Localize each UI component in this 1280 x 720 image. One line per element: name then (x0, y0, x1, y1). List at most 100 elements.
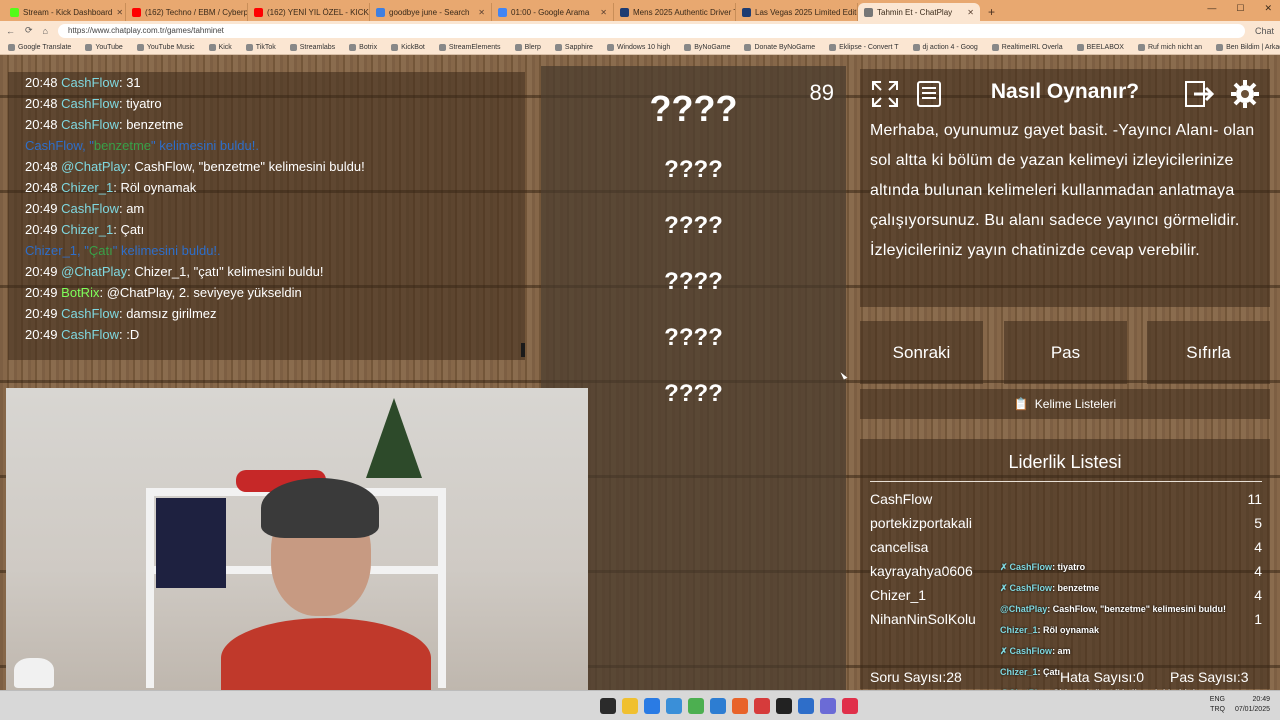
taskbar-app-icon[interactable] (688, 698, 704, 714)
bookmark-item[interactable]: YouTube Music (136, 43, 195, 51)
bookmark-item[interactable]: Windows 10 high (606, 43, 670, 51)
chat-scroll-handle[interactable] (521, 343, 525, 357)
clock-date[interactable]: 07/01/2025 (1235, 705, 1270, 715)
chat-line: 20:49 CashFlow: am (25, 198, 508, 219)
language-indicator[interactable]: ENG (1210, 695, 1225, 705)
browser-tab[interactable]: 01:00 - Google Arama ✕ (492, 3, 614, 21)
browser-tab[interactable]: goodbye june - Search ✕ (370, 3, 492, 21)
chat-timestamp: 20:48 (25, 159, 58, 174)
chat-username[interactable]: @ChatPlay (61, 264, 127, 279)
chat-username[interactable]: CashFlow (61, 75, 119, 90)
hidden-word: ???? (649, 88, 738, 129)
hidden-word: ???? (664, 268, 723, 295)
overlay-text: : Röl oynamak (1037, 625, 1100, 635)
chat-timestamp: 20:49 (25, 264, 58, 279)
chat-line: CashFlow, "benzetme" kelimesini buldu!. (25, 135, 508, 156)
browser-tab[interactable]: (162) YENİ YIL ÖZEL - KICK WRAP✕ (248, 3, 370, 21)
taskbar-app-icon[interactable] (842, 698, 858, 714)
chat-timestamp: 20:49 (25, 201, 58, 216)
chat-username[interactable]: CashFlow (61, 327, 119, 342)
chat-username[interactable]: CashFlow (61, 117, 119, 132)
taskbar-app-icon[interactable] (666, 698, 682, 714)
tab-title: 01:00 - Google Arama (511, 7, 590, 17)
reload-icon[interactable]: ⟳ (25, 25, 33, 36)
language-indicator-2[interactable]: TRQ (1210, 705, 1225, 715)
url-field[interactable]: https://www.chatplay.com.tr/games/tahmin… (57, 23, 1245, 38)
bookmark-item[interactable]: Ben Bildim | Arkad (1216, 43, 1280, 51)
bookmark-label: Eklipse - Convert T (839, 43, 899, 51)
tab-close-icon[interactable]: ✕ (116, 8, 123, 17)
taskbar-app-icon[interactable] (600, 698, 616, 714)
bookmark-icon (912, 43, 920, 51)
browser-tab[interactable]: Mens 2025 Authentic Driver Tee✕ (614, 3, 736, 21)
taskbar-app-icon[interactable] (820, 698, 836, 714)
tab-close-icon[interactable]: ✕ (478, 8, 485, 17)
bookmark-item[interactable]: RealtimeIRL Overla (991, 43, 1063, 51)
taskbar-app-icon[interactable] (776, 698, 792, 714)
chat-username[interactable]: Chizer_1 (61, 180, 113, 195)
bookmark-item[interactable]: Ruf mich nicht an (1137, 43, 1202, 51)
taskbar-app-icon[interactable] (622, 698, 638, 714)
bookmark-item[interactable]: TikTok (245, 43, 276, 51)
tab-close-icon[interactable]: ✕ (600, 8, 607, 17)
chat-username[interactable]: CashFlow (61, 96, 119, 111)
streamer (221, 478, 431, 690)
bookmark-label: dj action 4 - Goog (922, 43, 978, 51)
browser-tab[interactable]: Stream - Kick Dashboard ✕ (4, 3, 126, 21)
bookmark-icon (8, 43, 15, 51)
clock-time[interactable]: 20:49 (1235, 695, 1270, 705)
tab-title: goodbye june - Search (389, 7, 470, 17)
taskbar-app-icon[interactable] (754, 698, 770, 714)
bookmark-item[interactable]: dj action 4 - Goog (912, 43, 978, 51)
back-icon[interactable]: ← (6, 26, 15, 36)
player-score: 11 (1247, 491, 1262, 507)
chat-text: Chizer_1, "çatı" kelimesini buldu! (130, 264, 324, 279)
bookmark-item[interactable]: Blerp (514, 43, 541, 51)
hoodie (221, 618, 431, 690)
bookmark-item[interactable]: Google Translate (8, 43, 71, 51)
chat-username[interactable]: Chizer_1 (61, 222, 113, 237)
chat-button[interactable]: Chat (1255, 26, 1274, 36)
chat-text: :D (122, 327, 140, 342)
bookmark-item[interactable]: BEELABOX (1076, 43, 1124, 51)
taskbar-app-icon[interactable] (798, 698, 814, 714)
minimize-icon[interactable]: — (1207, 3, 1216, 14)
chat-username[interactable]: @ChatPlay (61, 159, 127, 174)
pass-button[interactable]: Pas (1004, 321, 1127, 384)
maximize-icon[interactable]: ☐ (1236, 3, 1244, 14)
tab-title: (162) Techno / EBM / Cyberpu (145, 7, 248, 17)
chat-username[interactable]: CashFlow (61, 201, 119, 216)
browser-tab[interactable]: Tahmin Et - ChatPlay ✕ (858, 3, 980, 21)
browser-tab[interactable]: Las Vegas 2025 Limited Edition T✕ (736, 3, 858, 21)
bookmark-item[interactable]: Kick (208, 43, 232, 51)
bookmark-item[interactable]: Eklipse - Convert T (829, 43, 899, 51)
chat-username[interactable]: BotRix (61, 285, 99, 300)
new-tab-button[interactable]: + (988, 3, 995, 21)
browser-tab[interactable]: (162) Techno / EBM / Cyberpu✕ (126, 3, 248, 21)
home-icon[interactable]: ⌂ (43, 26, 48, 36)
exit-icon[interactable] (1184, 79, 1214, 109)
reset-button[interactable]: Sıfırla (1147, 321, 1270, 384)
next-button[interactable]: Sonraki (860, 321, 983, 384)
webcam-feed (6, 388, 588, 690)
hidden-word: ???? (664, 212, 723, 239)
leaderboard-title: Liderlik Listesi (1008, 452, 1122, 472)
word-lists-button[interactable]: 📋 Kelime Listeleri (860, 389, 1270, 419)
notebook-icon: 📋 (1013, 397, 1029, 411)
chat-username[interactable]: CashFlow (61, 306, 119, 321)
taskbar-app-icon[interactable] (710, 698, 726, 714)
bookmark-item[interactable]: Sapphire (554, 43, 593, 51)
taskbar-app-icon[interactable] (644, 698, 660, 714)
close-window-icon[interactable]: ✕ (1264, 3, 1272, 14)
taskbar-app-icon[interactable] (732, 698, 748, 714)
taskbar-icons (600, 698, 858, 714)
settings-gear-icon[interactable] (1230, 79, 1260, 109)
bookmark-item[interactable]: StreamElements (438, 43, 501, 51)
bookmark-item[interactable]: KickBot (391, 43, 425, 51)
bookmark-item[interactable]: Botrix (349, 43, 377, 51)
tab-close-icon[interactable]: ✕ (967, 8, 974, 17)
bookmark-item[interactable]: Streamlabs (289, 43, 335, 51)
bookmark-item[interactable]: Donate ByNoGame (744, 43, 815, 51)
bookmark-item[interactable]: YouTube (85, 43, 123, 51)
bookmark-item[interactable]: ByNoGame (684, 43, 730, 51)
